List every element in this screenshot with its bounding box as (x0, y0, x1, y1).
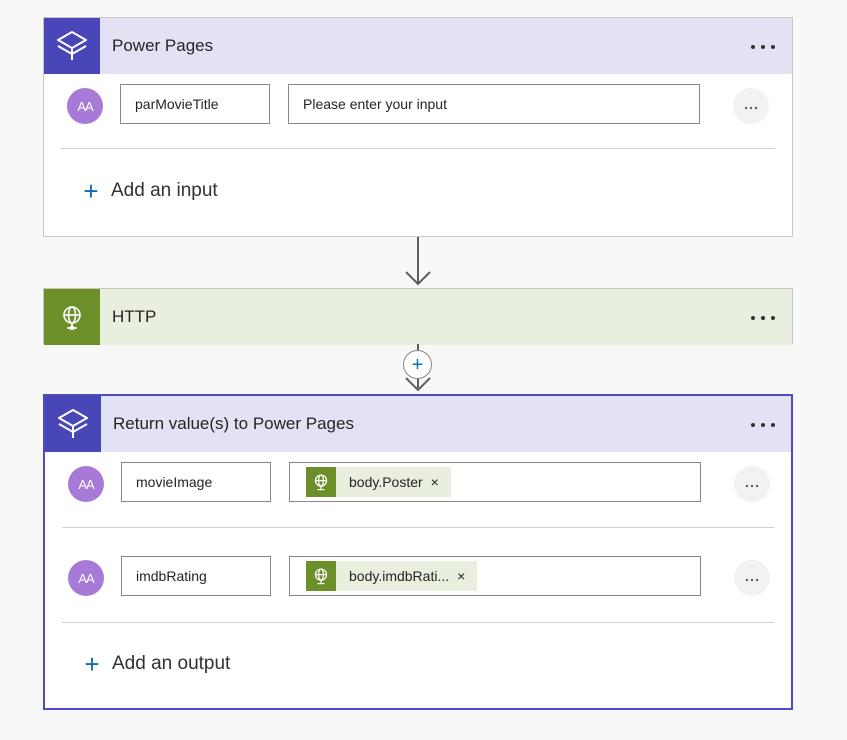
return-title: Return value(s) to Power Pages (113, 414, 354, 433)
http-title: HTTP (112, 307, 157, 326)
token-label: body.Poster (349, 474, 423, 490)
divider (62, 527, 774, 528)
output-row-more-button[interactable] (734, 560, 770, 596)
add-output-button[interactable]: + Add an output (81, 649, 231, 679)
token-label: body.imdbRati... (349, 568, 450, 584)
more-icon (749, 308, 777, 326)
http-more-options-button[interactable] (748, 307, 778, 327)
text-type-icon: AA (68, 466, 104, 502)
input-row-more-button[interactable] (733, 88, 769, 124)
globe-icon (306, 467, 336, 497)
output-name-field[interactable]: imdbRating (121, 556, 271, 596)
output-row: AA imdbRating body.imdbRati... × (45, 546, 791, 610)
text-type-icon: AA (68, 560, 104, 596)
output-value-field[interactable]: body.Poster × (289, 462, 701, 502)
output-row-more-button[interactable] (734, 466, 770, 502)
http-action-card[interactable]: HTTP (43, 288, 793, 345)
return-values-header[interactable]: Return value(s) to Power Pages (45, 396, 791, 452)
output-row: AA movieImage body.Poster × (45, 452, 791, 516)
plus-icon: + (84, 649, 100, 679)
globe-icon (44, 289, 100, 345)
input-name-value: parMovieTitle (135, 96, 219, 112)
more-icon (745, 475, 759, 493)
arrow-down-icon (405, 377, 431, 392)
input-value-field[interactable]: Please enter your input (288, 84, 700, 124)
plus-icon: + (411, 353, 424, 376)
input-name-field[interactable]: parMovieTitle (120, 84, 270, 124)
more-icon (749, 415, 777, 433)
more-icon (749, 37, 777, 55)
http-action-header[interactable]: HTTP (44, 289, 792, 345)
close-icon[interactable]: × (455, 568, 477, 584)
add-input-button[interactable]: + Add an input (80, 176, 218, 206)
insert-step-button[interactable]: + (403, 350, 432, 379)
divider (62, 622, 774, 623)
power-pages-icon (45, 396, 101, 452)
add-output-label: Add an output (112, 653, 231, 674)
trigger-title: Power Pages (112, 36, 214, 55)
dynamic-content-token[interactable]: body.Poster × (306, 467, 451, 497)
power-pages-icon (44, 18, 100, 74)
output-name-field[interactable]: movieImage (121, 462, 271, 502)
arrow-down-icon (405, 271, 431, 286)
dynamic-content-token[interactable]: body.imdbRati... × (306, 561, 478, 591)
power-pages-trigger-card[interactable]: Power Pages AA parMovieTitle Please ente… (43, 17, 793, 237)
more-icon (744, 97, 758, 115)
return-values-card[interactable]: Return value(s) to Power Pages AA movieI… (43, 394, 793, 710)
output-name-value: movieImage (136, 474, 213, 490)
add-input-label: Add an input (111, 180, 218, 201)
close-icon[interactable]: × (429, 474, 451, 490)
output-name-value: imdbRating (136, 568, 207, 584)
globe-icon (306, 561, 336, 591)
output-value-field[interactable]: body.imdbRati... × (289, 556, 701, 596)
text-type-icon: AA (67, 88, 103, 124)
input-value-placeholder: Please enter your input (303, 96, 447, 112)
return-more-options-button[interactable] (748, 414, 778, 434)
more-icon (745, 569, 759, 587)
divider (61, 148, 775, 149)
trigger-more-options-button[interactable] (748, 36, 778, 56)
input-row: AA parMovieTitle Please enter your input (44, 74, 792, 138)
power-pages-trigger-header[interactable]: Power Pages (44, 18, 792, 74)
plus-icon: + (83, 176, 99, 206)
